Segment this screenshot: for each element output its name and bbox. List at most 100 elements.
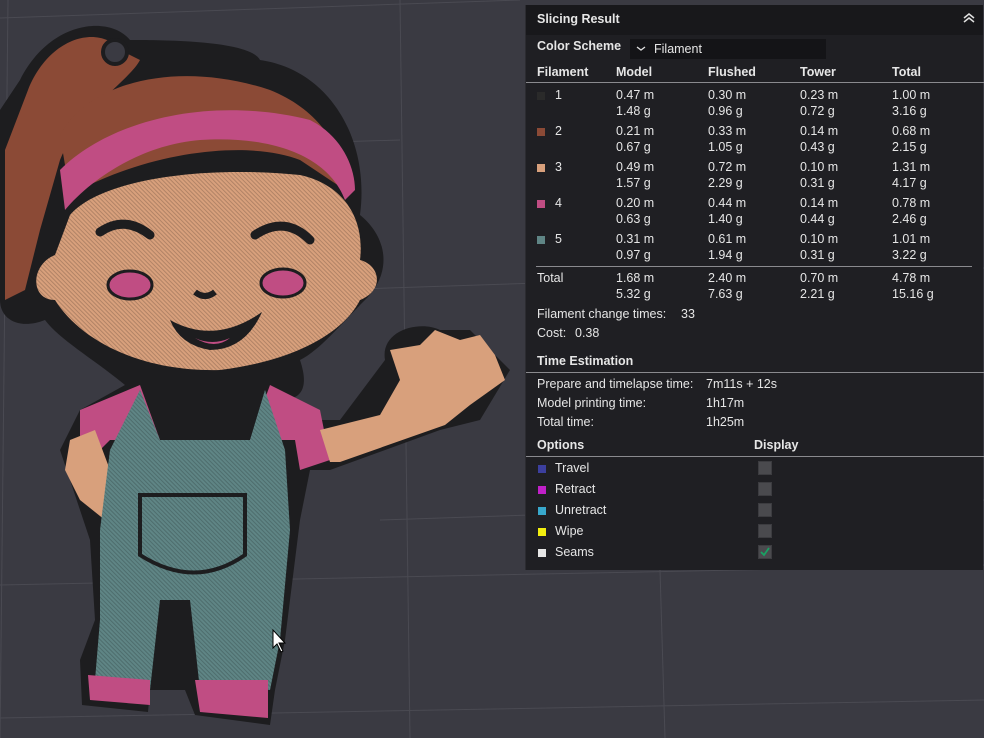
filament-flushed-meters: 0.33 m	[708, 124, 747, 138]
display-checkbox-retract[interactable]	[758, 482, 772, 496]
filament-model-grams: 0.97 g	[616, 248, 651, 262]
time-estimation-heading: Time Estimation	[537, 354, 634, 368]
display-checkbox-wipe[interactable]	[758, 524, 772, 538]
option-color-swatch	[538, 507, 546, 515]
filament-flushed-grams: 0.96 g	[708, 104, 743, 118]
display-checkbox-seams[interactable]	[758, 545, 772, 559]
total-model-m: 1.68 m	[616, 271, 655, 285]
display-heading: Display	[754, 438, 799, 452]
col-model: Model	[616, 65, 653, 79]
filament-tower-grams: 0.72 g	[800, 104, 835, 118]
divider	[526, 372, 984, 373]
col-total: Total	[892, 65, 921, 79]
filament-color-swatch	[537, 164, 545, 172]
filament-total-grams: 3.22 g	[892, 248, 927, 262]
color-scheme-select[interactable]: Filament	[630, 39, 826, 59]
filament-model-grams: 0.67 g	[616, 140, 651, 154]
filament-total-meters: 0.78 m	[892, 196, 931, 210]
filament-total-grams: 2.15 g	[892, 140, 927, 154]
filament-model-grams: 0.63 g	[616, 212, 651, 226]
filament-tower-grams: 0.43 g	[800, 140, 835, 154]
option-label: Unretract	[555, 503, 607, 517]
filament-tower-meters: 0.14 m	[800, 124, 839, 138]
filament-model-meters: 0.49 m	[616, 160, 655, 174]
total-time-value: 1h25m	[706, 415, 745, 429]
option-color-swatch	[538, 549, 546, 557]
option-label: Travel	[555, 461, 590, 475]
display-checkbox-unretract[interactable]	[758, 503, 772, 517]
total-tower-g: 2.21 g	[800, 287, 835, 301]
divider	[526, 456, 984, 457]
filament-flushed-grams: 1.40 g	[708, 212, 743, 226]
total-total-m: 4.78 m	[892, 271, 931, 285]
option-color-swatch	[538, 528, 546, 536]
total-tower-m: 0.70 m	[800, 271, 839, 285]
filament-tower-meters: 0.10 m	[800, 232, 839, 246]
filament-tower-meters: 0.10 m	[800, 160, 839, 174]
filament-change-value: 33	[681, 307, 695, 321]
filament-model-meters: 0.20 m	[616, 196, 655, 210]
total-flushed-g: 7.63 g	[708, 287, 743, 301]
checkmark-icon	[760, 547, 770, 557]
option-label: Wipe	[555, 524, 584, 538]
options-heading: Options	[537, 438, 585, 452]
total-total-g: 15.16 g	[892, 287, 934, 301]
filament-flushed-grams: 1.05 g	[708, 140, 743, 154]
filament-total-meters: 0.68 m	[892, 124, 931, 138]
filament-id: 4	[555, 196, 562, 210]
option-label: Seams	[555, 545, 594, 559]
color-scheme-label: Color Scheme	[537, 39, 622, 53]
filament-flushed-meters: 0.30 m	[708, 88, 747, 102]
filament-tower-grams: 0.31 g	[800, 176, 835, 190]
divider	[526, 82, 984, 83]
filament-tower-meters: 0.23 m	[800, 88, 839, 102]
slicing-result-panel: Slicing Result Color Scheme Filament Fil…	[525, 5, 984, 570]
model-time-label: Model printing time:	[537, 396, 647, 410]
filament-total-grams: 2.46 g	[892, 212, 927, 226]
collapse-chevron-icon[interactable]	[961, 10, 977, 26]
model-time-value: 1h17m	[706, 396, 745, 410]
display-checkbox-travel[interactable]	[758, 461, 772, 475]
filament-flushed-grams: 2.29 g	[708, 176, 743, 190]
total-flushed-m: 2.40 m	[708, 271, 747, 285]
prepare-time-label: Prepare and timelapse time:	[537, 377, 694, 391]
color-scheme-value: Filament	[654, 42, 702, 56]
filament-tower-grams: 0.31 g	[800, 248, 835, 262]
total-time-label: Total time:	[537, 415, 594, 429]
prepare-time-value: 7m11s + 12s	[706, 377, 777, 391]
filament-model-grams: 1.57 g	[616, 176, 651, 190]
filament-tower-meters: 0.14 m	[800, 196, 839, 210]
filament-id: 1	[555, 88, 562, 102]
filament-flushed-meters: 0.72 m	[708, 160, 747, 174]
option-color-swatch	[538, 465, 546, 473]
col-filament: Filament	[537, 65, 589, 79]
filament-id: 5	[555, 232, 562, 246]
filament-model-grams: 1.48 g	[616, 104, 651, 118]
filament-flushed-meters: 0.44 m	[708, 196, 747, 210]
filament-total-meters: 1.01 m	[892, 232, 931, 246]
filament-color-swatch	[537, 92, 545, 100]
filament-tower-grams: 0.44 g	[800, 212, 835, 226]
cost-value: 0.38	[575, 326, 600, 340]
filament-total-grams: 3.16 g	[892, 104, 927, 118]
filament-id: 3	[555, 160, 562, 174]
total-model-g: 5.32 g	[616, 287, 651, 301]
filament-change-label: Filament change times:	[537, 307, 667, 321]
col-flushed: Flushed	[708, 65, 756, 79]
filament-total-grams: 4.17 g	[892, 176, 927, 190]
filament-total-meters: 1.00 m	[892, 88, 931, 102]
filament-total-meters: 1.31 m	[892, 160, 931, 174]
option-label: Retract	[555, 482, 596, 496]
filament-flushed-meters: 0.61 m	[708, 232, 747, 246]
panel-header: Slicing Result	[526, 5, 983, 35]
filament-flushed-grams: 1.94 g	[708, 248, 743, 262]
cost-label: Cost:	[537, 326, 567, 340]
filament-model-meters: 0.21 m	[616, 124, 655, 138]
filament-color-swatch	[537, 200, 545, 208]
option-color-swatch	[538, 486, 546, 494]
filament-model-meters: 0.47 m	[616, 88, 655, 102]
filament-id: 2	[555, 124, 562, 138]
divider	[536, 266, 972, 267]
chevron-down-icon	[636, 46, 646, 51]
sliced-model[interactable]	[0, 25, 510, 726]
